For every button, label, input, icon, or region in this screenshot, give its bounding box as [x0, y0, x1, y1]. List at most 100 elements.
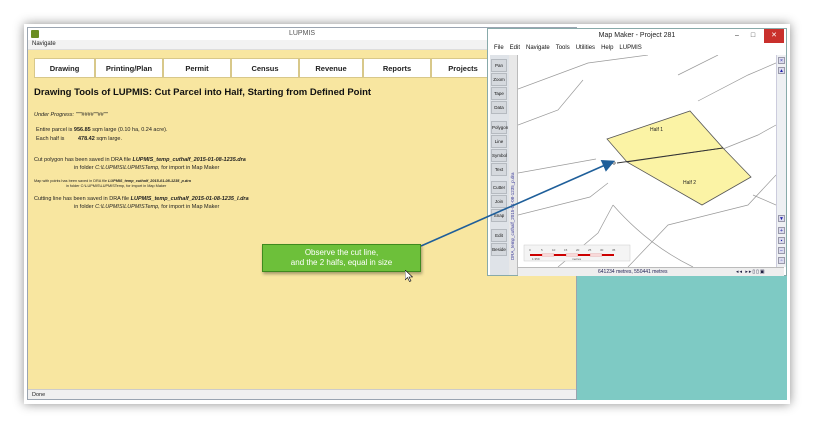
- scroll-down-icon[interactable]: ▼: [778, 215, 785, 222]
- maximize-button[interactable]: □: [746, 29, 760, 43]
- callout-line-1: Observe the cut line,: [304, 248, 379, 257]
- tool-edit[interactable]: Edit: [491, 229, 507, 242]
- boundary-line: [518, 79, 584, 126]
- menu-navigate[interactable]: Navigate: [526, 43, 550, 53]
- map-nav-buttons[interactable]: ◂◂ ▸▸▯▯▣: [736, 269, 766, 275]
- start-point: [612, 161, 616, 165]
- layer-icon[interactable]: ▪: [778, 237, 785, 244]
- tool-zoom[interactable]: Zoom: [491, 73, 507, 86]
- line-folder-prefix: in folder: [74, 204, 94, 210]
- tool-line[interactable]: Line: [491, 135, 507, 148]
- scale-tick: 30: [600, 248, 604, 252]
- scale-seg: [530, 254, 542, 256]
- line-folder-suffix: for import in Map Maker: [161, 204, 220, 210]
- mouse-pointer-icon: [405, 270, 413, 282]
- mapmaker-toolbar: Pan Zoom Tape Data Polygon Line Symbol T…: [490, 55, 510, 275]
- cut-folder-prefix: in folder: [74, 165, 94, 171]
- boundary-line: [717, 124, 776, 152]
- boundary-line: [627, 214, 709, 267]
- nav-reports[interactable]: Reports: [363, 58, 431, 78]
- entire-prefix: Entire parcel is: [36, 127, 73, 133]
- map-icon[interactable]: ▫: [778, 257, 785, 264]
- scale-tick: 20: [576, 248, 580, 252]
- map-drawing: Half 1 Half 2 0 5 10 15 20 25 30 35 1:35…: [518, 55, 776, 267]
- map-statusbar: 641234 metres, 550441 metres ◂◂ ▸▸▯▯▣: [518, 267, 784, 276]
- scale-ratio: 1:359: [532, 257, 540, 261]
- points-saved-folder: in folder C:\LUPMIS\LUPMISTemp, for impo…: [66, 184, 167, 188]
- line-saved-folder-line: in folder C:\LUPMIS\LUPMISTemp, for impo…: [74, 204, 219, 210]
- half-1-label: Half 1: [650, 127, 663, 133]
- entire-suffix: sqm large (0.10 ha, 0.24 acre).: [92, 127, 168, 133]
- nav-projects[interactable]: Projects: [431, 58, 495, 78]
- cut-folder-path: C:\LUPMIS\LUPMISTemp,: [95, 165, 160, 171]
- line-saved-file: LUPMIS_temp_cuthalf_2015-01-08-1235_l.dr…: [130, 196, 249, 202]
- tool-tape[interactable]: Tape: [491, 87, 507, 100]
- tool-snap[interactable]: Snap: [491, 209, 507, 222]
- menu-navigate[interactable]: Navigate: [32, 41, 56, 47]
- status-bar: Done: [28, 389, 576, 399]
- layer-strip[interactable]: DRA_temp_cuthalf_2015-01-08-1235_p.dra: [509, 55, 518, 275]
- half-line: Each half is 478.42 sqm large.: [36, 136, 122, 142]
- points-saved-prefix: Map with points has been saved in DRA fi…: [34, 179, 108, 183]
- menu-edit[interactable]: Edit: [510, 43, 520, 53]
- nav-printing-plan[interactable]: Printing/Plan: [95, 58, 163, 78]
- callout-box: Observe the cut line, and the 2 halfs, e…: [262, 244, 421, 272]
- tool-cutter[interactable]: Cutter: [491, 181, 507, 194]
- tool-data[interactable]: Data: [491, 101, 507, 114]
- nav-permit[interactable]: Permit: [163, 58, 231, 78]
- mapmaker-menubar: File Edit Navigate Tools Utilities Help …: [488, 43, 786, 53]
- desktop-background: [577, 276, 787, 400]
- cut-saved-folder-line: in folder C:\LUPMIS\LUPMISTemp, for impo…: [74, 165, 219, 171]
- tool-beside[interactable]: Beside: [491, 243, 507, 256]
- tool-symbol[interactable]: Symbol: [491, 149, 507, 162]
- line-saved-prefix: Cutting line has been saved in DRA file: [34, 196, 130, 202]
- zoom-in-icon[interactable]: +: [778, 227, 785, 234]
- scroll-up-icon[interactable]: ▲: [778, 67, 785, 74]
- cut-saved-line: Cut polygon has been saved in DRA file L…: [34, 157, 246, 163]
- menu-lupmis[interactable]: LUPMIS: [619, 43, 641, 53]
- coordinates-readout: 641234 metres, 550441 metres: [598, 269, 668, 275]
- points-saved-file: LUPMIS_temp_cuthalf_2015-01-08-1235_p.dr…: [108, 179, 191, 183]
- menu-file[interactable]: File: [494, 43, 504, 53]
- scale-tick: 10: [552, 248, 556, 252]
- nav-census[interactable]: Census: [231, 58, 299, 78]
- scale-seg: [541, 253, 555, 257]
- mapmaker-titlebar: Map Maker - Project 281 – □ ✕: [488, 29, 786, 43]
- scale-bar: 0 5 10 15 20 25 30 35 1:359 metres: [523, 244, 631, 262]
- entire-value: 956.85: [73, 127, 91, 133]
- scale-seg: [589, 253, 603, 257]
- cut-saved-file: LUPMIS_temp_cuthalf_2015-01-08-1235.dra: [132, 157, 246, 163]
- tool-text[interactable]: Text: [491, 163, 507, 176]
- zoom-out-icon[interactable]: −: [778, 247, 785, 254]
- map-canvas[interactable]: Half 1 Half 2 0 5 10 15 20 25 30 35 1:35…: [518, 55, 776, 267]
- map-vertical-toolbar: × ▲ ▼ + ▪ − ▫: [776, 55, 786, 267]
- tool-pan[interactable]: Pan: [491, 59, 507, 72]
- scale-seg: [578, 254, 590, 256]
- cut-folder-suffix: for import in Map Maker: [161, 165, 220, 171]
- nav-drawing[interactable]: Drawing: [34, 58, 95, 78]
- boundary-line: [752, 194, 776, 206]
- close-button[interactable]: ✕: [764, 29, 784, 43]
- close-icon[interactable]: ×: [778, 57, 785, 64]
- tool-polygon[interactable]: Polygon: [491, 121, 508, 134]
- menu-help[interactable]: Help: [601, 43, 613, 53]
- layer-strip-label: DRA_temp_cuthalf_2015-01-08-1235_p.dra: [510, 172, 515, 260]
- half-prefix: Each half is: [36, 136, 65, 142]
- nav-revenue[interactable]: Revenue: [299, 58, 363, 78]
- menu-utilities[interactable]: Utilities: [576, 43, 595, 53]
- app-icon: [31, 30, 39, 38]
- progress-text: Under Progress: """####""##"": [34, 112, 108, 118]
- callout-line-2: and the 2 halfs, equal in size: [290, 258, 393, 267]
- points-saved-line: Map with points has been saved in DRA fi…: [34, 179, 191, 183]
- half-value: 478.42: [77, 136, 95, 142]
- minimize-button[interactable]: –: [730, 29, 744, 43]
- scale-seg: [602, 254, 614, 256]
- tool-join[interactable]: Join: [491, 195, 507, 208]
- boundary-line: [677, 55, 719, 76]
- half-2-label: Half 2: [683, 180, 696, 186]
- entire-parcel-line: Entire parcel is 956.85 sqm large (0.10 …: [36, 127, 168, 133]
- scale-tick: 15: [564, 248, 568, 252]
- boundary-line: [697, 62, 776, 102]
- menu-tools[interactable]: Tools: [556, 43, 570, 53]
- half-suffix: sqm large.: [96, 136, 123, 142]
